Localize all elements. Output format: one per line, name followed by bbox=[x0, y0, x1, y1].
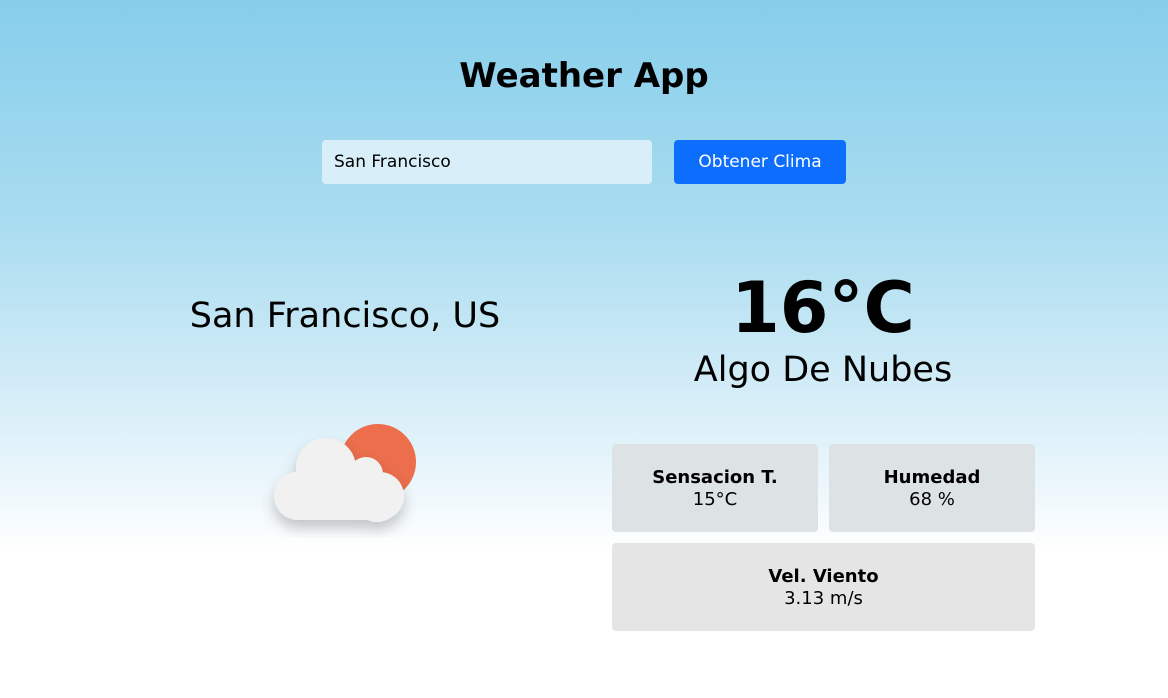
wind-speed-label: Vel. Viento bbox=[768, 566, 879, 587]
feels-like-value: 15°C bbox=[692, 489, 738, 510]
weather-condition: Algo De Nubes bbox=[693, 350, 953, 390]
humidity-value: 68 % bbox=[909, 489, 955, 510]
app-title: Weather App bbox=[459, 56, 709, 96]
wind-speed-card: Vel. Viento 3.13 m/s bbox=[612, 543, 1035, 631]
humidity-card: Humedad 68 % bbox=[829, 444, 1035, 532]
city-search-input[interactable] bbox=[322, 140, 652, 184]
humidity-label: Humedad bbox=[883, 467, 981, 488]
get-weather-button[interactable]: Obtener Clima bbox=[674, 140, 846, 184]
temperature-readout: 16°C bbox=[731, 267, 915, 349]
wind-speed-value: 3.13 m/s bbox=[784, 588, 863, 609]
feels-like-card: Sensacion T. 15°C bbox=[612, 444, 818, 532]
partly-cloudy-icon bbox=[262, 418, 432, 538]
feels-like-label: Sensacion T. bbox=[652, 467, 778, 488]
city-name: San Francisco, US bbox=[189, 296, 501, 336]
